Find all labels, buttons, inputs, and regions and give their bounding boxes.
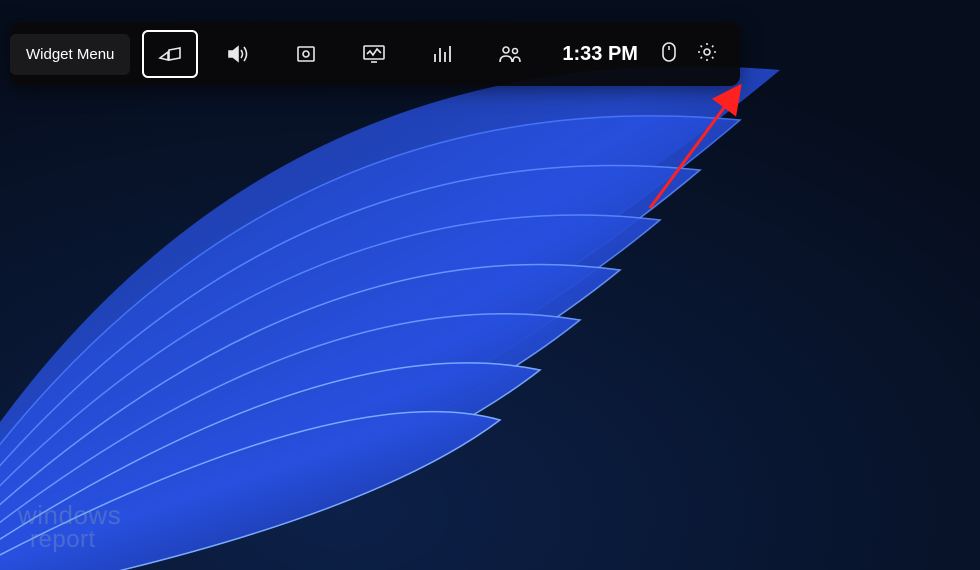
- audio-button[interactable]: [210, 30, 266, 78]
- xbox-social-button[interactable]: [482, 30, 538, 78]
- watermark-line1: windows: [18, 502, 121, 528]
- tooltip-widget-menu: Widget Menu: [10, 34, 130, 75]
- mouse-icon: [661, 41, 677, 68]
- clock: 1:33 PM: [562, 43, 638, 66]
- people-icon: [497, 44, 523, 64]
- settings-button[interactable]: [688, 30, 726, 78]
- bar-chart-icon: [431, 44, 453, 64]
- clock-time: 1:33 PM: [562, 43, 638, 65]
- capture-icon: [295, 43, 317, 65]
- resources-button[interactable]: [414, 30, 470, 78]
- watermark: windows report: [18, 502, 121, 552]
- widgets-button[interactable]: [142, 30, 198, 78]
- performance-button[interactable]: [346, 30, 402, 78]
- speaker-icon: [226, 43, 250, 65]
- tooltip-label: Widget Menu: [26, 46, 114, 63]
- watermark-line2: report: [30, 528, 121, 552]
- monitor-icon: [362, 43, 386, 65]
- widgets-icon: [158, 44, 182, 64]
- capture-button[interactable]: [278, 30, 334, 78]
- gear-icon: [696, 41, 718, 68]
- mouse-button[interactable]: [650, 30, 688, 78]
- xbox-game-bar: Widget Menu: [10, 22, 740, 86]
